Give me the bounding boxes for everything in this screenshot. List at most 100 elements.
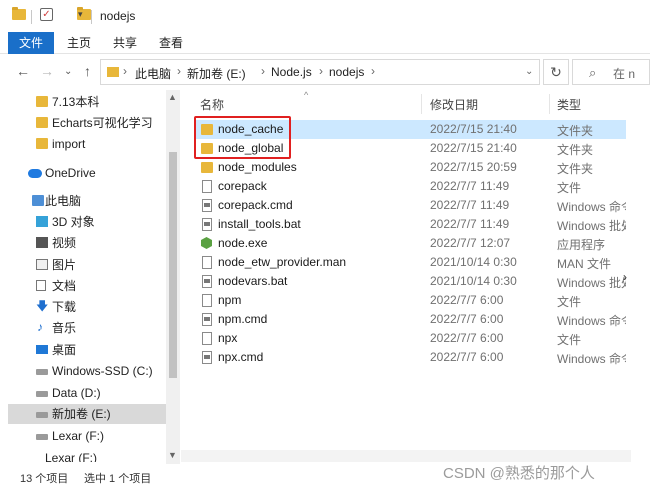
column-divider[interactable] <box>421 94 422 114</box>
breadcrumb-drive-e[interactable]: 新加卷 (E:) <box>187 65 246 82</box>
nav-item-documents[interactable]: 文档 <box>8 276 166 296</box>
breadcrumb-nodejs-parent[interactable]: Node.js <box>271 65 312 79</box>
refresh-button[interactable]: ↻ <box>543 59 569 85</box>
nav-item-downloads[interactable]: 🡇 下载 <box>8 297 166 317</box>
item-count: 13 个项目 <box>20 473 69 485</box>
customize-quick-access-icon[interactable]: ▾ <box>78 9 83 20</box>
node-exe-icon <box>201 237 212 249</box>
download-icon: 🡇 <box>36 299 49 313</box>
chevron-right-icon: › <box>371 64 375 78</box>
nav-item-drive-f-2[interactable]: Lexar (F:) <box>8 450 166 462</box>
computer-icon <box>32 195 44 206</box>
recent-locations-icon[interactable]: ⌄ <box>64 66 72 77</box>
file-row-install-tools[interactable]: install_tools.bat 2022/7/7 11:49 Windows… <box>194 215 626 234</box>
tab-share[interactable]: 共享 <box>104 32 146 54</box>
annotation-highlight-box <box>194 116 291 159</box>
nav-item-drive-d[interactable]: Data (D:) <box>8 383 166 403</box>
window-title: nodejs <box>100 9 136 23</box>
chevron-right-icon: › <box>123 64 127 78</box>
folder-icon <box>36 117 48 128</box>
nav-item-import[interactable]: import <box>8 134 166 154</box>
onedrive-icon <box>28 169 42 178</box>
nav-item-3d-objects[interactable]: 3D 对象 <box>8 212 166 232</box>
drive-icon <box>36 412 48 418</box>
navigation-pane: 7.13本科 Echarts可视化学习 import OneDrive 此电脑 … <box>0 90 166 462</box>
folder-icon <box>36 96 48 107</box>
column-date[interactable]: 修改日期 <box>430 96 478 113</box>
chevron-right-icon: › <box>261 64 265 78</box>
nav-item-videos[interactable]: 视频 <box>8 233 166 253</box>
chevron-right-icon: › <box>319 64 323 78</box>
search-placeholder: 在 n <box>613 67 636 81</box>
forward-icon[interactable]: → <box>40 63 54 79</box>
nav-item-this-pc[interactable]: 此电脑 <box>8 191 166 211</box>
horizontal-scrollbar[interactable] <box>181 450 631 462</box>
scroll-down-icon[interactable]: ▼ <box>168 450 177 460</box>
separator <box>31 10 32 24</box>
nav-item-echarts[interactable]: Echarts可视化学习 <box>8 113 166 133</box>
folder-icon <box>201 162 213 173</box>
file-icon <box>202 332 212 345</box>
tab-home[interactable]: 主页 <box>58 32 100 54</box>
nav-item-pictures[interactable]: 图片 <box>8 255 166 275</box>
chevron-right-icon: › <box>177 64 181 78</box>
file-row-npx-cmd[interactable]: npx.cmd 2022/7/7 6:00 Windows 命令脚本 <box>194 348 626 367</box>
file-icon <box>202 180 212 193</box>
column-type[interactable]: 类型 <box>557 96 581 113</box>
cmd-icon <box>202 218 212 231</box>
breadcrumb-nodejs[interactable]: nodejs <box>329 65 364 79</box>
column-name[interactable]: 名称 <box>200 96 224 113</box>
search-input[interactable]: ⌕ 在 n <box>572 59 650 85</box>
drive-icon <box>36 391 48 397</box>
nav-scroll-thumb[interactable] <box>169 152 177 378</box>
nav-item-onedrive[interactable]: OneDrive <box>8 163 166 183</box>
nav-item-drive-f[interactable]: Lexar (F:) <box>8 426 166 446</box>
cmd-icon <box>202 275 212 288</box>
up-icon[interactable]: ↑ <box>84 63 91 79</box>
nav-item-desktop[interactable]: 桌面 <box>8 340 166 360</box>
cmd-icon <box>202 313 212 326</box>
drive-icon <box>36 434 48 440</box>
chevron-right-icon[interactable]: › <box>623 270 627 284</box>
file-row-node-modules[interactable]: node_modules 2022/7/15 20:59 文件夹 <box>194 158 626 177</box>
file-row-node-exe[interactable]: node.exe 2022/7/7 12:07 应用程序 <box>194 234 626 253</box>
file-row-npm[interactable]: npm 2022/7/7 6:00 文件 <box>194 291 626 310</box>
refresh-icon: ↻ <box>550 64 562 80</box>
sort-ascending-icon: ^ <box>304 90 309 100</box>
nav-item-drive-c[interactable]: Windows-SSD (C:) <box>8 361 166 381</box>
file-row-nodevars[interactable]: nodevars.bat 2021/10/14 0:30 Windows 批处理… <box>194 272 626 291</box>
video-icon <box>36 237 48 248</box>
address-bar[interactable]: › 此电脑 › 新加卷 (E:) › Node.js › nodejs › ⌄ <box>100 59 540 85</box>
file-icon <box>202 256 212 269</box>
file-row-npm-cmd[interactable]: npm.cmd 2022/7/7 6:00 Windows 命令脚本 <box>194 310 626 329</box>
chevron-down-icon[interactable]: ⌄ <box>525 66 533 77</box>
title-bar: ✓ ▾ nodejs <box>0 0 650 32</box>
column-divider[interactable] <box>549 94 550 114</box>
cmd-icon <box>202 199 212 212</box>
3d-objects-icon <box>36 216 48 227</box>
folder-icon[interactable] <box>12 7 26 20</box>
file-row-corepack[interactable]: corepack 2022/7/7 11:49 文件 <box>194 177 626 196</box>
nav-scrollbar[interactable]: ▲ ▼ <box>166 90 180 464</box>
properties-checkbox-icon[interactable]: ✓ <box>40 8 53 21</box>
music-icon: ♪ <box>37 320 43 334</box>
file-row-node-etw[interactable]: node_etw_provider.man 2021/10/14 0:30 MA… <box>194 253 626 272</box>
watermark: CSDN @熟悉的那个人 <box>443 465 595 482</box>
tab-file[interactable]: 文件 <box>8 32 54 54</box>
search-icon: ⌕ <box>589 65 597 80</box>
folder-icon <box>107 67 119 77</box>
documents-icon <box>36 280 46 291</box>
folder-icon <box>36 138 48 149</box>
back-icon[interactable]: ← <box>16 63 30 79</box>
file-row-npx[interactable]: npx 2022/7/7 6:00 文件 <box>194 329 626 348</box>
nav-item-713[interactable]: 7.13本科 <box>8 92 166 112</box>
scroll-up-icon[interactable]: ▲ <box>168 92 177 102</box>
selection-count: 选中 1 个项目 <box>84 473 152 485</box>
address-row: ← → ⌄ ↑ › 此电脑 › 新加卷 (E:) › Node.js › nod… <box>0 54 650 90</box>
column-header: ^ 名称 修改日期 类型 <box>181 90 626 118</box>
nav-item-music[interactable]: ♪ 音乐 <box>8 318 166 338</box>
file-row-corepack-cmd[interactable]: corepack.cmd 2022/7/7 11:49 Windows 命令脚本 <box>194 196 626 215</box>
tab-view[interactable]: 查看 <box>150 32 192 54</box>
nav-item-drive-e[interactable]: 新加卷 (E:) <box>8 404 166 424</box>
breadcrumb-this-pc[interactable]: 此电脑 <box>135 65 171 82</box>
